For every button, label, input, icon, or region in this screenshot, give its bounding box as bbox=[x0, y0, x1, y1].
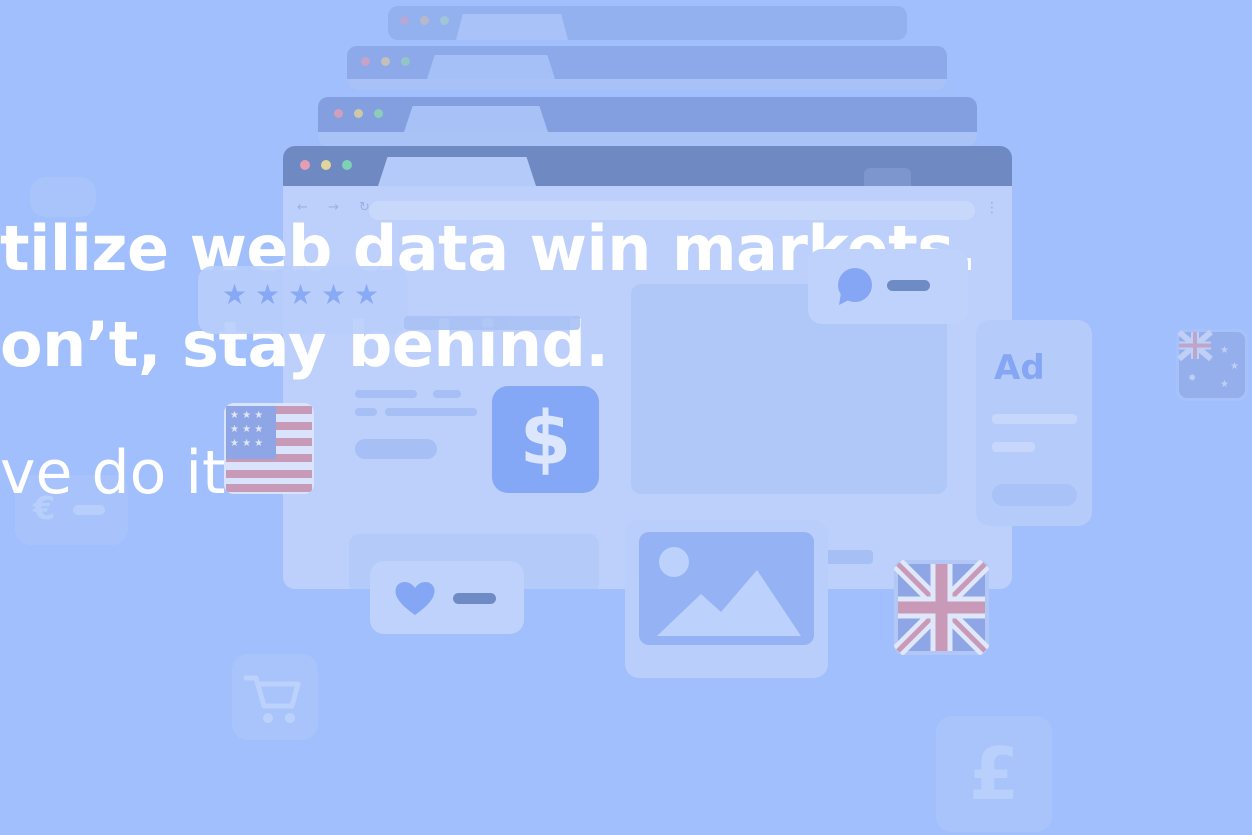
browser-window-back-3 bbox=[318, 97, 977, 147]
minimize-dot-icon bbox=[321, 160, 331, 170]
browser-tab bbox=[378, 157, 536, 186]
subheadline: ve do it. bbox=[0, 438, 245, 508]
cart-icon bbox=[243, 675, 301, 723]
star-icon: ★ bbox=[288, 278, 314, 311]
dollar-icon: $ bbox=[519, 396, 572, 482]
us-flag-icon: ★ ★ ★ ★ ★ ★ ★ ★ ★ bbox=[224, 403, 314, 494]
svg-text:★ ★ ★: ★ ★ ★ bbox=[230, 424, 263, 435]
svg-text:★ ★ ★: ★ ★ ★ bbox=[230, 438, 263, 449]
ghost-tile bbox=[30, 177, 96, 217]
svg-text:✸: ✸ bbox=[1188, 373, 1196, 384]
close-dot-icon bbox=[300, 160, 310, 170]
chat-card bbox=[808, 249, 968, 324]
image-icon bbox=[639, 532, 814, 645]
pound-card: £ bbox=[936, 716, 1052, 832]
window-dots bbox=[400, 16, 449, 25]
svg-text:★ ★ ★: ★ ★ ★ bbox=[230, 410, 263, 421]
ad-label: Ad bbox=[994, 348, 1045, 388]
window-controls bbox=[300, 160, 352, 170]
cart-card bbox=[232, 654, 318, 740]
star-icon: ★ bbox=[222, 278, 248, 311]
heart-icon bbox=[395, 581, 435, 615]
browser-window-back-2 bbox=[347, 46, 947, 90]
svg-text:★: ★ bbox=[1230, 361, 1239, 372]
pound-icon: £ bbox=[968, 732, 1020, 816]
chat-bubble-icon bbox=[838, 268, 872, 305]
svg-text:★: ★ bbox=[1220, 379, 1229, 390]
star-icon: ★ bbox=[255, 278, 281, 311]
maximize-dot-icon bbox=[342, 160, 352, 170]
star-icon: ★ bbox=[354, 278, 380, 311]
star-icon: ★ bbox=[321, 278, 347, 311]
svg-text:★: ★ bbox=[1220, 345, 1229, 356]
image-card bbox=[625, 520, 828, 678]
dollar-card: $ bbox=[492, 386, 599, 493]
ad-card: Ad bbox=[976, 320, 1092, 526]
rating-card: ★ ★ ★ ★ ★ bbox=[198, 266, 580, 334]
menu-icon: ⋮ bbox=[985, 200, 999, 216]
like-card bbox=[370, 561, 524, 634]
browser-window-back-1 bbox=[388, 6, 907, 40]
uk-flag-icon bbox=[894, 560, 989, 655]
australia-flag-icon: ★ ★ ★ ✸ bbox=[1176, 329, 1248, 401]
